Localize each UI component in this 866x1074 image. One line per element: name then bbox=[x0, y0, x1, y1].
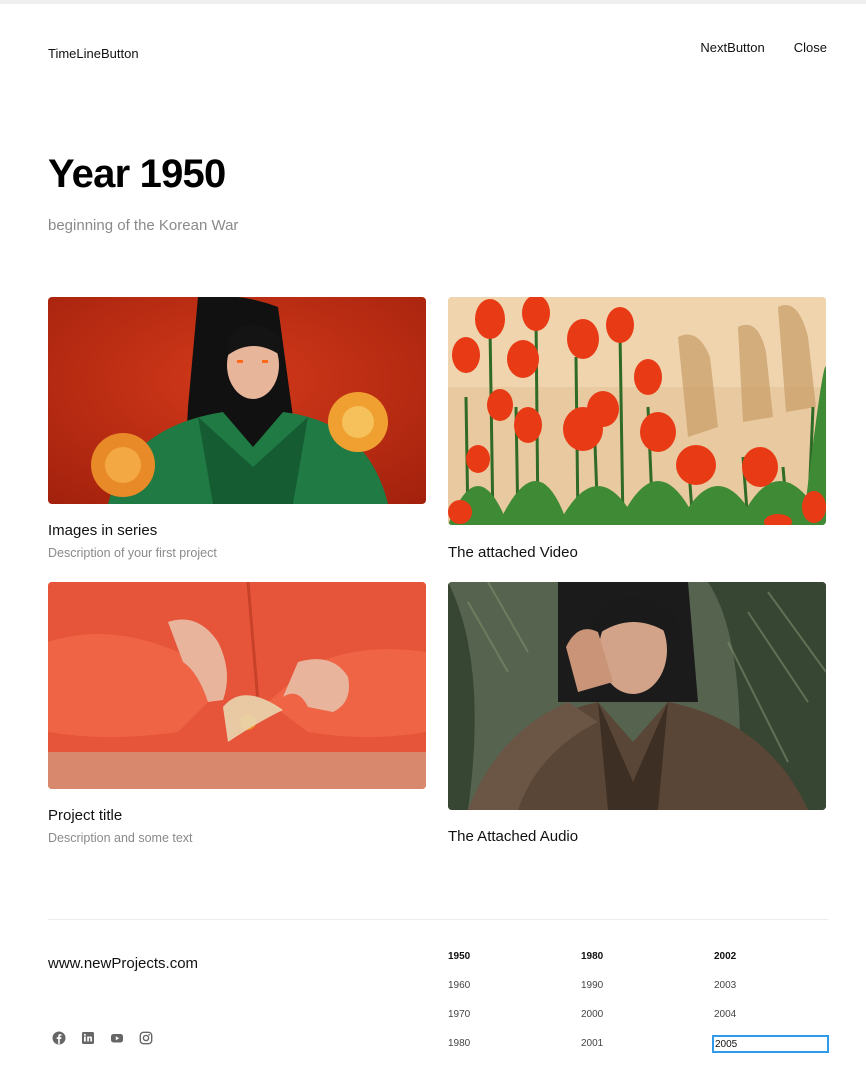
year-input[interactable] bbox=[712, 1035, 829, 1053]
card-image-3[interactable] bbox=[48, 582, 426, 789]
timeline-button[interactable]: TimeLineButton bbox=[48, 46, 139, 61]
youtube-icon[interactable] bbox=[110, 1031, 124, 1045]
year-link-2000[interactable]: 2000 bbox=[581, 1009, 603, 1020]
page-subtitle: beginning of the Korean War bbox=[48, 217, 239, 234]
year-link-2003[interactable]: 2003 bbox=[714, 980, 736, 991]
year-link-2001[interactable]: 2001 bbox=[581, 1038, 603, 1049]
year-link-1960[interactable]: 1960 bbox=[448, 980, 470, 991]
card-image-4[interactable] bbox=[448, 582, 826, 810]
footer-site-link[interactable]: www.newProjects.com bbox=[48, 955, 198, 972]
top-nav: NextButton Close bbox=[700, 40, 827, 55]
card-image-2[interactable] bbox=[448, 297, 826, 525]
footer-divider bbox=[48, 919, 828, 920]
close-button[interactable]: Close bbox=[794, 40, 827, 55]
top-strip bbox=[0, 0, 866, 4]
card-image-1[interactable] bbox=[48, 297, 426, 504]
year-link-2004[interactable]: 2004 bbox=[714, 1009, 736, 1020]
year-link-1990[interactable]: 1990 bbox=[581, 980, 603, 991]
card-title-2[interactable]: The attached Video bbox=[448, 544, 578, 561]
year-link-1970[interactable]: 1970 bbox=[448, 1009, 470, 1020]
card-description-1: Description of your first project bbox=[48, 546, 217, 560]
year-link-1950[interactable]: 1950 bbox=[448, 951, 470, 962]
year-link-2002[interactable]: 2002 bbox=[714, 951, 736, 962]
card-title-4[interactable]: The Attached Audio bbox=[448, 828, 578, 845]
card-title-1[interactable]: Images in series bbox=[48, 522, 157, 539]
instagram-icon[interactable] bbox=[139, 1031, 153, 1045]
card-description-3: Description and some text bbox=[48, 831, 193, 845]
year-link-1980[interactable]: 1980 bbox=[581, 951, 603, 962]
year-link-1980-a[interactable]: 1980 bbox=[448, 1038, 470, 1049]
linkedin-icon[interactable] bbox=[81, 1031, 95, 1045]
page-title: Year 1950 bbox=[48, 152, 226, 196]
next-button[interactable]: NextButton bbox=[700, 40, 764, 55]
facebook-icon[interactable] bbox=[52, 1031, 66, 1045]
social-links bbox=[52, 1031, 153, 1045]
card-title-3[interactable]: Project title bbox=[48, 807, 122, 824]
